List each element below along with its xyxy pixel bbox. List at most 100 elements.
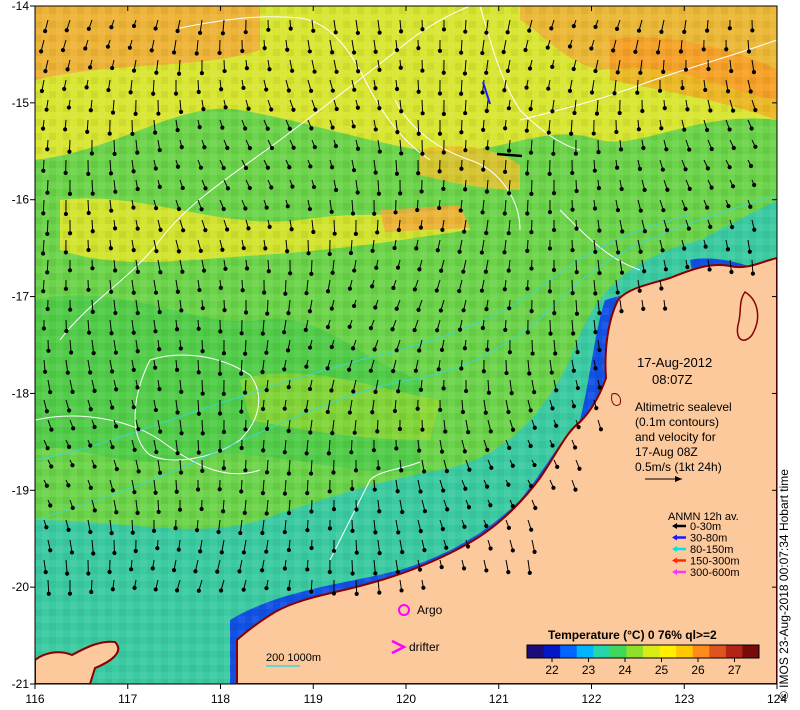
velocity-arrow-head [574, 188, 579, 194]
velocity-arrow-head [305, 567, 310, 572]
velocity-arrow-head [420, 427, 425, 432]
velocity-arrow-head [420, 27, 425, 32]
map-date: 17-Aug-2012 [637, 355, 712, 370]
velocity-arrow-head [481, 127, 486, 132]
velocity-arrow-head [327, 526, 333, 531]
velocity-arrow-head [395, 569, 400, 575]
velocity-arrow-head [174, 327, 180, 332]
velocity-arrow-head [153, 365, 158, 370]
velocity-arrow-head [480, 325, 485, 331]
velocity-arrow-head [574, 226, 579, 231]
velocity-arrow-head [239, 409, 244, 414]
velocity-arrow-head [524, 128, 529, 133]
velocity-arrow-head [593, 291, 598, 296]
velocity-arrow-head [157, 310, 162, 315]
velocity-arrow-head [217, 411, 223, 416]
velocity-arrow-head [334, 106, 339, 112]
velocity-arrow-head [175, 289, 181, 294]
argo-label: Argo [417, 603, 443, 617]
velocity-arrow-head [86, 26, 91, 31]
velocity-arrow-head [307, 345, 313, 350]
velocity-arrow-head [266, 269, 271, 274]
velocity-arrow-head [83, 46, 88, 51]
velocity-arrow-head [571, 331, 576, 336]
velocity-arrow-head [291, 145, 296, 150]
colorbar-tick-label: 24 [618, 663, 632, 677]
velocity-arrow-head [356, 69, 361, 74]
velocity-arrow-head [589, 46, 594, 51]
velocity-arrow-head [217, 371, 223, 376]
velocity-arrow-head [501, 49, 506, 55]
velocity-arrow-head [304, 408, 309, 413]
velocity-arrow-head [109, 25, 114, 30]
velocity-arrow-head [67, 149, 72, 154]
velocity-arrow-head [288, 26, 293, 31]
velocity-arrow-head [462, 449, 467, 454]
velocity-arrow-head [220, 31, 225, 36]
velocity-arrow-head [45, 147, 50, 152]
velocity-arrow-head [480, 210, 485, 215]
velocity-arrow-head [354, 550, 359, 555]
velocity-arrow-head [725, 247, 731, 252]
velocity-arrow-head [45, 306, 50, 312]
velocity-arrow-head [441, 70, 446, 75]
velocity-arrow-head [287, 165, 292, 170]
velocity-arrow-head [507, 445, 512, 451]
velocity-arrow-head [130, 530, 135, 535]
velocity-arrow-head [261, 448, 266, 453]
velocity-arrow-head [661, 208, 666, 213]
y-tick-label: -21 [12, 677, 30, 691]
velocity-arrow-head [264, 87, 269, 92]
velocity-arrow-head [655, 50, 661, 55]
velocity-arrow-head [597, 310, 602, 316]
velocity-arrow-head [569, 131, 574, 136]
velocity-arrow-head [105, 44, 111, 49]
velocity-arrow-head [175, 451, 180, 456]
velocity-arrow-head [524, 85, 529, 90]
velocity-arrow-head [332, 231, 337, 236]
anmn-label: 80-150m [690, 544, 733, 556]
velocity-arrow-head [572, 110, 577, 116]
velocity-arrow-head [307, 309, 312, 314]
map-time: 08:07Z [652, 372, 693, 387]
velocity-arrow-head [394, 348, 399, 353]
y-tick-label: -15 [12, 96, 30, 110]
velocity-arrow-head [243, 310, 249, 315]
velocity-arrow-head [64, 328, 69, 334]
drifter-label: drifter [409, 640, 440, 654]
velocity-arrow-head [394, 47, 400, 53]
velocity-arrow-head [63, 211, 69, 217]
velocity-arrow-head [282, 330, 287, 335]
velocity-arrow-head [176, 71, 182, 76]
velocity-arrow-head [416, 89, 421, 94]
velocity-arrow-head [306, 251, 311, 256]
velocity-arrow-head [593, 24, 598, 30]
anmn-label: 150-300m [690, 556, 740, 568]
velocity-arrow-head [41, 289, 46, 294]
velocity-arrow-head [110, 110, 116, 115]
velocity-arrow-head [131, 23, 137, 29]
velocity-arrow-head [441, 488, 446, 493]
velocity-arrow-head [753, 107, 758, 113]
velocity-arrow-head [352, 430, 357, 435]
velocity-arrow-head [113, 350, 118, 355]
velocity-arrow-head [42, 369, 48, 374]
colorbar-swatch [709, 645, 727, 658]
velocity-arrow-head [730, 108, 736, 113]
velocity-arrow-head [375, 429, 380, 434]
velocity-arrow-head [462, 346, 467, 351]
velocity-arrow-head [201, 107, 206, 112]
velocity-arrow-head [244, 266, 250, 271]
velocity-arrow-head [92, 424, 97, 430]
velocity-arrow-head [241, 550, 246, 555]
velocity-arrow-head [223, 266, 228, 271]
velocity-arrow-head [746, 49, 752, 54]
velocity-arrow-head [329, 165, 335, 170]
velocity-arrow-head [45, 270, 50, 275]
velocity-arrow-head [173, 526, 178, 531]
velocity-arrow-head [286, 88, 291, 93]
velocity-arrow-head [346, 367, 352, 372]
velocity-arrow-head [131, 330, 136, 335]
velocity-arrow-head [156, 509, 161, 515]
velocity-arrow-head [110, 65, 115, 71]
